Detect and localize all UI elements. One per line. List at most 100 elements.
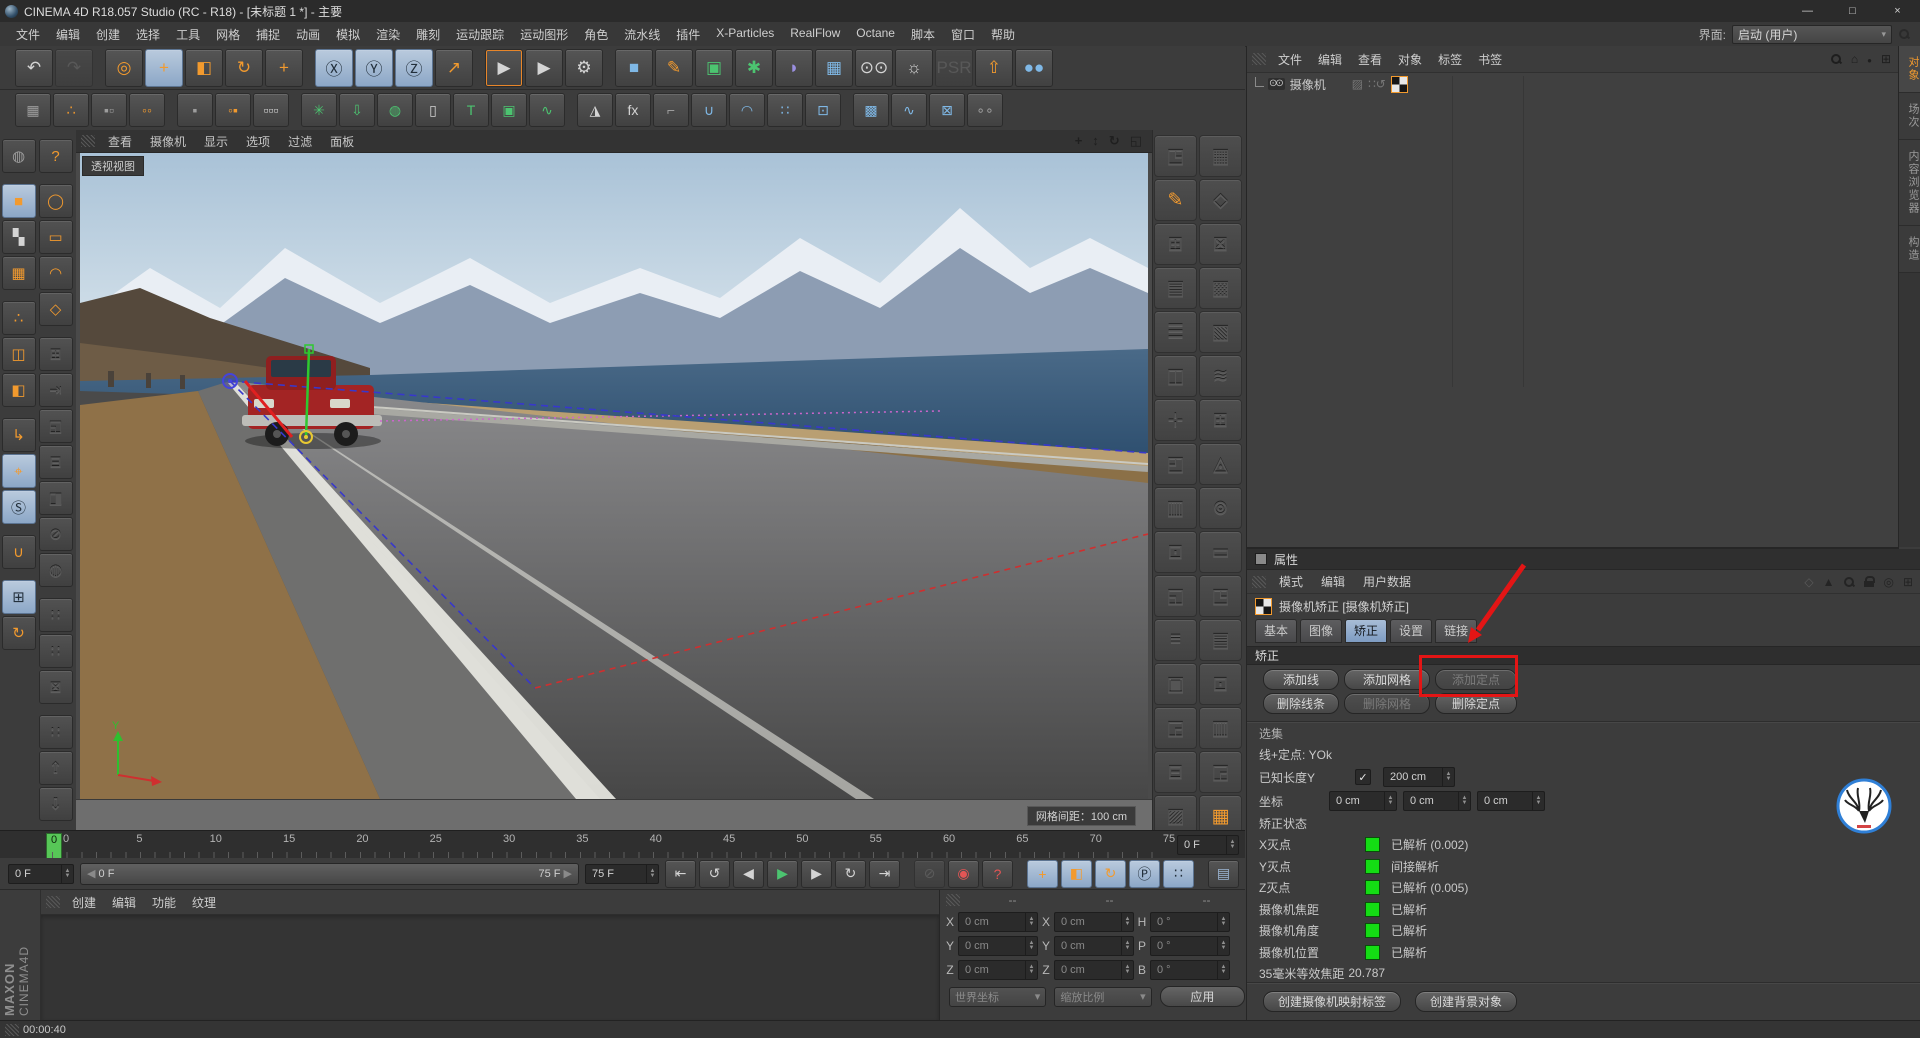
frame-spinner[interactable]: 0 F ▲ ▼ [1177, 835, 1239, 855]
known-length-checkbox[interactable]: ✓ [1355, 769, 1371, 785]
autokey-help-icon[interactable]: ? [982, 859, 1013, 888]
lock-icon[interactable] [1864, 576, 1876, 587]
play-backward-icon[interactable]: ↺ [699, 859, 730, 888]
transfer-icon[interactable]: ⇧ [975, 48, 1013, 87]
view-label[interactable]: 透视视图 [82, 156, 144, 176]
psr-icon[interactable]: PSR [935, 48, 973, 87]
make-editable-icon[interactable]: ▦ [15, 93, 51, 127]
stitch-icon[interactable]: ≋ [1199, 355, 1242, 397]
edge-turn-icon[interactable]: ⊚ [1199, 487, 1242, 529]
object-manager-menu-item[interactable]: 查看 [1350, 51, 1390, 68]
record-key-icon[interactable]: ◉ [948, 859, 979, 888]
rotation-input[interactable]: 0 ° ▲ ▼ [1150, 912, 1230, 932]
object-manager-menu-item[interactable]: 编辑 [1310, 51, 1350, 68]
camera-icon[interactable]: ⊙⊙ [855, 48, 893, 87]
menu-item[interactable]: RealFlow [782, 26, 848, 43]
side-tab[interactable]: 对象 [1899, 46, 1920, 93]
grid-b-icon[interactable]: ∷ [38, 634, 73, 668]
polygons-mode-icon[interactable]: ◧ [1, 373, 36, 407]
coord-system-icon[interactable]: ↗ [435, 48, 473, 87]
solo-mode-icon[interactable]: Ⓢ [1, 490, 36, 524]
coordinate-input[interactable]: 0 cm ▲ ▼ [1403, 791, 1471, 811]
edges-mode-icon[interactable]: ◫ [1, 337, 36, 371]
material-menu-item[interactable]: 编辑 [104, 894, 144, 911]
cup-icon[interactable]: ∪ [691, 93, 727, 127]
key-rotation-icon[interactable]: ↻ [1095, 859, 1126, 888]
grid-a-icon[interactable]: ∷ [38, 598, 73, 632]
viewport-menu-item[interactable]: 面板 [321, 133, 363, 150]
stepper-icon[interactable]: ▲ ▼ [1025, 961, 1037, 979]
menu-item[interactable]: 窗口 [943, 26, 983, 43]
object-manager-menu-item[interactable]: 文件 [1270, 51, 1310, 68]
cube-green-icon[interactable]: ▣ [491, 93, 527, 127]
primitive-cube-icon[interactable]: ■ [615, 48, 653, 87]
drop-floor-icon[interactable]: ⇩ [339, 93, 375, 127]
coordinate-input[interactable]: 0 cm ▲ ▼ [1329, 791, 1397, 811]
add-panel-icon[interactable] [1903, 575, 1913, 589]
nav-cone-icon[interactable] [1804, 575, 1813, 589]
line-cut-icon[interactable]: ☰ [1154, 311, 1197, 353]
snap-points-icon[interactable]: ▪▫ [91, 93, 127, 127]
dots-grid-icon[interactable]: ▫▫▫ [253, 93, 289, 127]
arc-icon[interactable]: ⊞ [1154, 223, 1197, 265]
model-mode-icon[interactable]: ■ [1, 184, 36, 218]
lock-y-icon[interactable]: Ⓨ [355, 48, 393, 87]
apply-button[interactable]: 应用 [1159, 986, 1245, 1007]
live-select-icon[interactable]: ◯ [38, 184, 73, 218]
grid-up-icon[interactable]: ⇧ [38, 751, 73, 785]
create-button[interactable]: 创建背景对象 [1415, 990, 1518, 1012]
render-picture-viewer-icon[interactable]: ▶ [525, 48, 563, 87]
timeline-ruler[interactable]: 0 0 5 10 15 20 25 30 35 40 45 50 55 60 65 70 75 0 F ▲ ▼ [0, 830, 1245, 860]
camera-calibration-tag[interactable] [1390, 75, 1408, 93]
curve-icon[interactable]: ∿ [529, 93, 565, 127]
lock-z-icon[interactable]: Ⓩ [395, 48, 433, 87]
stepper-icon[interactable]: ▲ ▼ [1025, 937, 1037, 955]
undo-icon[interactable]: ↶ [15, 48, 53, 87]
add-panel-icon[interactable] [1881, 52, 1891, 66]
weld-icon[interactable]: ▧ [1199, 311, 1242, 353]
knife-icon[interactable]: ✎ [1154, 179, 1197, 221]
position-input[interactable]: 0 cm ▲ ▼ [958, 960, 1038, 980]
known-length-input[interactable]: 200 cm ▲ ▼ [1383, 767, 1455, 787]
dots-chain-icon[interactable]: ∷ [767, 93, 803, 127]
mesh-sphere-icon[interactable]: ◍ [38, 553, 73, 587]
wrap-icon[interactable]: ◠ [729, 93, 765, 127]
menu-item[interactable]: 文件 [8, 26, 48, 43]
rotate-view-icon[interactable] [1109, 133, 1120, 149]
object-manager-menu-item[interactable]: 对象 [1390, 51, 1430, 68]
drag-grip-icon[interactable] [946, 894, 960, 906]
stepper-icon[interactable]: ▲ ▼ [1217, 937, 1229, 955]
plane-cut-icon[interactable]: ◫ [1154, 355, 1197, 397]
workplane-rotate-icon[interactable]: ↻ [1, 616, 36, 650]
target-icon[interactable] [1883, 575, 1893, 589]
stepper-icon[interactable]: ▲ ▼ [1121, 913, 1133, 931]
visibility-tag-icon[interactable]: ▨ [1352, 77, 1363, 91]
points-mode-icon[interactable]: ∴ [1, 301, 36, 335]
spline-pen-icon[interactable]: ✎ [655, 48, 693, 87]
object-row-camera[interactable]: ⊙⊙ 摄像机 ▨ ∷↺ [1247, 73, 1899, 95]
light-icon[interactable]: ☼ [895, 48, 933, 87]
menu-item[interactable]: 脚本 [903, 26, 943, 43]
menu-item[interactable]: 选择 [128, 26, 168, 43]
rotate-icon[interactable]: ↻ [225, 48, 263, 87]
close-hole-icon[interactable]: ◬ [1199, 443, 1242, 485]
search-icon[interactable] [1830, 53, 1842, 65]
viewport-menu-item[interactable]: 选项 [237, 133, 279, 150]
optimize-icon[interactable]: ▭ [1199, 531, 1242, 573]
side-tab[interactable]: 内容浏览器 [1899, 140, 1920, 226]
mesh-convert-icon[interactable]: ⊞ [38, 337, 73, 371]
reset-psr-icon[interactable]: ◲ [1199, 751, 1242, 793]
poly-select-icon[interactable]: ◇ [38, 292, 73, 326]
menu-item[interactable]: 工具 [168, 26, 208, 43]
mesh-extrude-icon[interactable]: ⊟ [38, 445, 73, 479]
calibrate-button[interactable]: 添加网格 [1344, 669, 1430, 690]
matrix-extrude-icon[interactable]: ◱ [1154, 575, 1197, 617]
stepper-icon[interactable]: ▲ ▼ [1442, 768, 1454, 786]
grid-down-icon[interactable]: ⇩ [38, 787, 73, 821]
fx-icon[interactable]: fx [615, 93, 651, 127]
side-tab[interactable]: 构造 [1899, 226, 1920, 273]
menu-item[interactable]: 运动图形 [512, 26, 576, 43]
rotation-input[interactable]: 0 ° ▲ ▼ [1150, 960, 1230, 980]
mesh-corner-icon[interactable]: ◱ [38, 409, 73, 443]
modeling-icon[interactable]: ✱ [735, 48, 773, 87]
